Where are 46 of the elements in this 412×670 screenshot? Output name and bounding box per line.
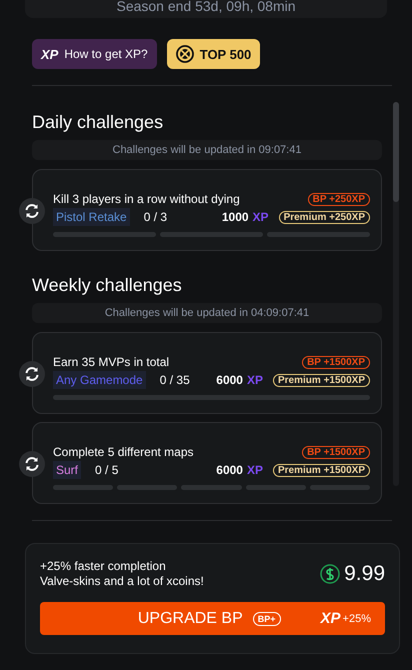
refresh-button[interactable] (19, 361, 45, 387)
bp-reward-tag: BP +250XP (308, 193, 370, 206)
section-title: Weekly challenges (32, 274, 183, 297)
premium-reward-tag: Premium +1500XP (273, 374, 370, 386)
crossed-circle-icon (176, 45, 194, 63)
top-button[interactable]: TOP 500 (166, 39, 260, 69)
challenge-title: Complete 5 different maps (53, 445, 194, 459)
bp-plus-badge: BP+ (252, 612, 281, 626)
refresh-icon (24, 456, 40, 472)
game-mode-tag: Any Gamemode (53, 371, 146, 389)
perk-text: +25% faster completion (40, 559, 167, 574)
xp-unit: XP (246, 373, 263, 387)
progress-count: 0 / 35 (160, 373, 191, 387)
xp-bonus: +25% (342, 612, 371, 624)
challenge-title: Earn 35 MVPs in total (53, 355, 170, 369)
game-mode-tag: Surf (53, 461, 82, 479)
section-title: Daily challenges (32, 111, 164, 134)
progress-count: 0 / 3 (144, 210, 168, 224)
refresh-icon (24, 203, 40, 219)
perk-text: Valve-skins and a lot of xcoins! (40, 574, 205, 589)
premium-reward-tag: Premium +250XP (278, 210, 370, 224)
xp-logo: XP (320, 610, 341, 627)
game-mode-tag: Pistol Retake (53, 208, 130, 226)
update-timer-text: Challenges will be updated in 04:09:07:41 (32, 303, 382, 323)
update-timer-text: Challenges will be updated in 09:07:41 (32, 140, 382, 160)
bp-reward-tag: BP +1500XP (302, 356, 370, 369)
xp-unit: XP (246, 463, 263, 477)
scrollbar[interactable] (393, 102, 399, 486)
progress-count: 0 / 5 (95, 463, 120, 477)
refresh-button[interactable] (19, 198, 45, 224)
how-to-get-xp-button[interactable]: XP How to get XP? (32, 39, 157, 69)
reward-amount: 6000 (216, 463, 243, 477)
refresh-button[interactable] (19, 451, 45, 477)
upgrade-label: UPGRADE BP (138, 610, 243, 628)
price: 9.99 (344, 562, 385, 586)
reward-amount: 1000 (222, 210, 249, 224)
upgrade-bp-button[interactable]: UPGRADE BP BP+ XP+25% (40, 602, 385, 635)
season-end-text: Season end 53d, 09h, 08min (116, 0, 296, 12)
reward-amount: 6000 (216, 373, 243, 387)
challenge-title: Kill 3 players in a row without dying (53, 192, 240, 206)
bp-reward-tag: BP +1500XP (302, 446, 370, 459)
dollar-coin-icon (320, 564, 340, 584)
xp-unit: XP (252, 210, 269, 224)
premium-reward-tag: Premium +1500XP (273, 464, 370, 476)
xp-logo: XP (41, 46, 58, 62)
refresh-icon (24, 366, 40, 382)
